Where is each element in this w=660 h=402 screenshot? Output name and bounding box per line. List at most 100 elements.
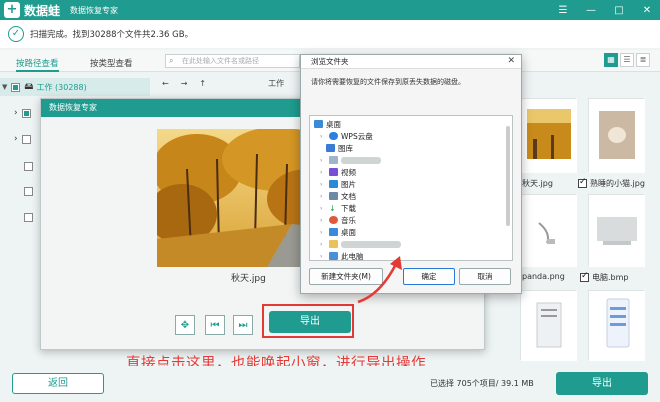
- thumbnail-label: 秋天.jpg: [522, 179, 553, 188]
- download-icon: ↓: [329, 203, 336, 213]
- chevron-down-icon[interactable]: ▼: [2, 83, 7, 91]
- thumbnail-autumn[interactable]: [520, 98, 577, 173]
- music-icon: [329, 216, 338, 224]
- browse-folder-dialog: 浏览文件夹 ✕ 请你将需要恢复的文件保存到原丢失数据的磁盘。 桌面 › WPS云…: [300, 54, 522, 294]
- tree-root[interactable]: ▼ 🖴 工作 (30288): [0, 78, 150, 96]
- tree-item-checkbox[interactable]: [21, 108, 31, 118]
- window-controls: ☰ — □ ✕: [556, 2, 654, 18]
- thumbnail-kitten[interactable]: [588, 98, 645, 173]
- fit-screen-icon[interactable]: ✥: [175, 315, 195, 335]
- scan-status-text: 扫描完成。找到30288个文件共2.36 GB。: [30, 30, 194, 40]
- folder-node-gallery[interactable]: 图库: [326, 142, 353, 154]
- previous-icon[interactable]: ⏮: [205, 315, 225, 335]
- chevron-right-icon[interactable]: ›: [14, 134, 18, 144]
- folder-icon: [329, 240, 338, 248]
- chevron-right-icon[interactable]: ›: [320, 193, 326, 200]
- grid-view-icon[interactable]: ▦: [604, 53, 618, 67]
- thumbnail-checkbox[interactable]: [580, 271, 589, 282]
- folder-node-wps[interactable]: › WPS云盘: [320, 130, 373, 142]
- app-name: 数据蛙: [24, 3, 61, 18]
- folder-tree-scrollbar[interactable]: [506, 126, 510, 226]
- search-placeholder: 在此处输入文件名或路径: [182, 57, 259, 65]
- cancel-button[interactable]: 取消: [459, 268, 511, 285]
- desktop-icon: [314, 120, 323, 128]
- tree-item-checkbox[interactable]: [21, 134, 31, 144]
- menu-icon[interactable]: ☰: [556, 2, 570, 18]
- thumbnail-panda[interactable]: [520, 194, 577, 267]
- tab-by-type[interactable]: 按类型查看: [90, 54, 133, 72]
- folder-node-music[interactable]: › 音乐: [320, 214, 356, 226]
- phone-thumb-image: [589, 291, 645, 361]
- folder-node-user[interactable]: ›: [320, 154, 381, 166]
- computer-thumb-image: [589, 195, 645, 267]
- chevron-right-icon[interactable]: ›: [320, 157, 326, 164]
- title-bar: + 数据蛙 数据恢复专家 ☰ — □ ✕: [0, 0, 660, 20]
- thumbnail-label: 电脑.bmp: [580, 271, 629, 283]
- tab-by-path[interactable]: 按路径查看: [16, 54, 59, 72]
- chevron-right-icon[interactable]: ›: [320, 241, 326, 248]
- close-icon[interactable]: ✕: [507, 56, 515, 66]
- up-arrow-icon[interactable]: ↑: [199, 79, 206, 88]
- thumbnail-computer[interactable]: [588, 194, 645, 267]
- selected-info: 已选择 705个项目/ 39.1 MB: [430, 379, 534, 388]
- picture-icon: [329, 180, 338, 188]
- folder-node-videos[interactable]: › 视频: [320, 166, 356, 178]
- user-folder-icon: [329, 156, 338, 164]
- drive-icon: 🖴: [24, 82, 34, 92]
- next-icon[interactable]: ⏭: [233, 315, 253, 335]
- minimize-icon[interactable]: —: [584, 2, 598, 18]
- folder-node-hidden[interactable]: ›: [320, 238, 401, 250]
- detail-view-icon[interactable]: ≣: [636, 53, 650, 67]
- chevron-right-icon[interactable]: ›: [320, 169, 326, 176]
- back-arrow-icon[interactable]: ←: [162, 79, 169, 88]
- chevron-right-icon[interactable]: ›: [320, 217, 326, 224]
- path-crumb: 工作: [268, 78, 285, 88]
- forward-arrow-icon[interactable]: →: [181, 79, 188, 88]
- folder-node-desktop-2[interactable]: › 桌面: [320, 226, 356, 238]
- video-icon: [329, 168, 338, 176]
- search-icon: ⌕: [169, 56, 174, 65]
- folder-tree: 桌面 › WPS云盘 图库 › › 视频 › 图片 › 文档 › ↓ 下载 › …: [309, 115, 513, 261]
- tree-item-checkbox[interactable]: [24, 161, 33, 171]
- cloud-icon: [329, 132, 338, 140]
- chevron-right-icon[interactable]: ›: [320, 229, 326, 236]
- folder-node-desktop[interactable]: 桌面: [314, 118, 341, 130]
- view-toggle: ▦ ☰ ≣: [604, 53, 650, 67]
- highlight-box: [262, 304, 354, 338]
- blurred-folder-name: [341, 156, 381, 164]
- app-logo: + 数据蛙: [4, 2, 60, 19]
- tree-item-checkbox[interactable]: [24, 186, 33, 196]
- bottom-bar: 返回 已选择 705个项目/ 39.1 MB 导出: [0, 366, 660, 402]
- cable-thumb-image: [521, 195, 577, 267]
- chevron-right-icon[interactable]: ›: [320, 205, 326, 212]
- kitten-thumb-image: [589, 99, 645, 173]
- chevron-right-icon[interactable]: ›: [14, 108, 18, 118]
- tree-root-checkbox[interactable]: [11, 82, 21, 92]
- chevron-right-icon[interactable]: ›: [320, 253, 326, 260]
- chevron-right-icon[interactable]: ›: [320, 181, 326, 188]
- thumbnail-document[interactable]: [520, 290, 577, 361]
- folder-node-documents[interactable]: › 文档: [320, 190, 356, 202]
- chevron-right-icon[interactable]: ›: [320, 133, 326, 140]
- folder-dialog-title: 浏览文件夹: [301, 55, 521, 69]
- logo-mark-icon: +: [4, 2, 20, 18]
- export-button[interactable]: 导出: [556, 372, 648, 395]
- thumbnail-label: 熟睡的小猫.jpg: [578, 177, 645, 189]
- back-button[interactable]: 返回: [12, 373, 104, 394]
- search-input[interactable]: ⌕ 在此处输入文件名或路径: [165, 54, 300, 68]
- ok-button[interactable]: 确定: [403, 268, 455, 285]
- maximize-icon[interactable]: □: [612, 2, 626, 18]
- tree-item-checkbox[interactable]: [24, 212, 33, 222]
- folder-node-downloads[interactable]: › ↓ 下载: [320, 202, 356, 214]
- autumn-thumb-image: [521, 99, 577, 173]
- annotation-arrow: [357, 256, 402, 304]
- folder-node-pictures[interactable]: › 图片: [320, 178, 356, 190]
- tree-root-label: 工作 (30288): [36, 82, 87, 92]
- thumbnail-phone[interactable]: [588, 290, 645, 361]
- blurred-folder-name: [341, 240, 401, 248]
- list-view-icon[interactable]: ☰: [620, 53, 634, 67]
- preview-caption: 秋天.jpg: [231, 274, 266, 284]
- thumbnail-checkbox[interactable]: [578, 177, 587, 188]
- document-icon: [329, 192, 338, 200]
- close-icon[interactable]: ✕: [640, 2, 654, 18]
